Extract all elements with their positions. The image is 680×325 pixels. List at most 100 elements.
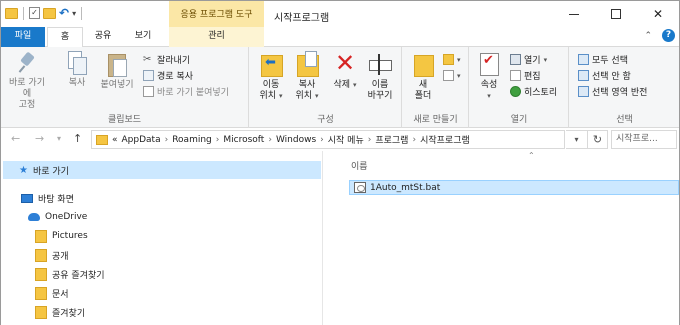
paste-shortcut-button[interactable]: 바로 가기 붙여넣기 xyxy=(143,85,229,98)
nav-quick-access[interactable]: ★ 바로 가기 xyxy=(3,161,321,179)
folder-icon xyxy=(96,134,108,145)
copy-to-button[interactable]: 복사 위치 ▾ xyxy=(290,51,324,102)
rename-button[interactable]: 이름 바꾸기 xyxy=(362,51,398,102)
chevron-right-icon[interactable]: › xyxy=(268,135,272,145)
new-folder-qat-icon[interactable] xyxy=(43,7,56,19)
undo-icon[interactable]: ↶ xyxy=(59,6,69,20)
separator xyxy=(81,6,83,20)
nav-folder-item[interactable]: 문서 xyxy=(35,284,69,302)
breadcrumb-item[interactable]: 시작프로그램 xyxy=(420,133,470,146)
properties-button[interactable]: 속성 ▾ xyxy=(474,51,504,102)
maximize-button[interactable] xyxy=(595,1,637,27)
open-icon xyxy=(510,54,521,65)
up-arrow-icon[interactable]: ↑ xyxy=(73,132,82,145)
new-folder-button[interactable]: 새 폴더 xyxy=(409,51,437,102)
new-item-button[interactable]: ▾ xyxy=(443,53,461,66)
maximize-icon xyxy=(611,9,621,19)
chevron-down-icon: ▾ xyxy=(543,55,548,64)
copy-path-label: 경로 복사 xyxy=(157,72,193,82)
group-organize: 이동 위치 ▾ 복사 위치 ▾ ✕ 삭제 ▾ 이름 바꾸기 구성 xyxy=(250,47,402,128)
properties-qat-icon[interactable]: ✓ xyxy=(29,7,40,19)
back-arrow-icon[interactable]: ← xyxy=(11,132,20,145)
breadcrumb-item[interactable]: 프로그램 xyxy=(375,133,408,146)
copy-button[interactable]: 복사 xyxy=(63,51,91,89)
group-label-open: 열기 xyxy=(510,115,528,125)
nav-folder-item[interactable]: 공개 xyxy=(35,246,69,264)
group-label-clipboard: 클립보드 xyxy=(107,115,142,125)
select-all-button[interactable]: 모두 선택 xyxy=(578,53,628,66)
nav-folder-item[interactable]: 공유 즐겨찾기 xyxy=(35,265,105,283)
copy-to-icon xyxy=(296,51,319,77)
open-button[interactable]: 열기 ▾ xyxy=(510,53,547,66)
tab-share[interactable]: 공유 xyxy=(85,27,121,47)
close-button[interactable]: ✕ xyxy=(637,1,679,27)
chevron-right-icon[interactable]: › xyxy=(320,135,324,145)
group-label-new: 새로 만들기 xyxy=(413,115,458,125)
recent-locations-icon[interactable]: ▾ xyxy=(57,134,61,143)
invert-selection-button[interactable]: 선택 영역 반전 xyxy=(578,85,647,98)
address-bar[interactable]: « AppData › Roaming › Microsoft › Window… xyxy=(91,130,565,149)
file-list: ⌃ 이름 1Auto_mtSt.bat xyxy=(323,151,679,325)
tab-manage[interactable]: 관리 xyxy=(169,27,264,47)
ribbon-controls: ⌃ ? xyxy=(644,29,675,42)
history-button[interactable]: 히스토리 xyxy=(510,85,557,98)
forward-arrow-icon[interactable]: → xyxy=(35,132,44,145)
chevron-down-icon: ▾ xyxy=(457,71,461,80)
group-clipboard: 바로 가기에 고정 복사 붙여넣기 ✂ 잘라내기 경로 복사 바로 가기 붙여넣… xyxy=(1,47,249,128)
file-name: 1Auto_mtSt.bat xyxy=(370,182,441,193)
breadcrumb-item[interactable]: Roaming xyxy=(172,135,212,145)
copy-to-label: 복사 위치 xyxy=(295,80,316,101)
breadcrumb-item[interactable]: Microsoft xyxy=(223,135,264,145)
address-overflow[interactable]: « xyxy=(112,135,118,145)
search-input[interactable]: 시작프로... xyxy=(611,130,677,149)
pin-to-quick-access-button[interactable]: 바로 가기에 고정 xyxy=(5,51,49,111)
cut-label: 잘라내기 xyxy=(157,56,191,66)
chevron-down-icon: ▾ xyxy=(352,81,357,89)
column-header-name[interactable]: 이름 xyxy=(351,159,368,172)
chevron-down-icon: ▾ xyxy=(487,92,491,100)
nav-onedrive[interactable]: OneDrive xyxy=(28,208,87,226)
move-to-button[interactable]: 이동 위치 ▾ xyxy=(254,51,288,102)
tab-home[interactable]: 홈 xyxy=(47,27,83,48)
move-to-icon xyxy=(260,51,283,77)
edit-icon xyxy=(510,70,521,81)
ribbon: 바로 가기에 고정 복사 붙여넣기 ✂ 잘라내기 경로 복사 바로 가기 붙여넣… xyxy=(1,47,679,128)
breadcrumb-item[interactable]: 시작 메뉴 xyxy=(328,133,364,146)
title-bar: ✓ ↶ ▾ 응용 프로그램 도구 시작프로그램 ✕ xyxy=(1,1,679,27)
breadcrumb-item[interactable]: AppData xyxy=(122,135,161,145)
tab-file[interactable]: 파일 xyxy=(1,27,45,47)
edit-button[interactable]: 편집 xyxy=(510,69,541,82)
collapse-ribbon-icon[interactable]: ⌃ xyxy=(644,31,652,41)
new-folder-label: 새 폴더 xyxy=(414,80,432,101)
pin-icon xyxy=(17,51,37,75)
nav-desktop[interactable]: 바탕 화면 xyxy=(21,189,74,207)
chevron-right-icon[interactable]: › xyxy=(412,135,416,145)
select-none-button[interactable]: 선택 안 함 xyxy=(578,69,631,82)
paste-shortcut-label: 바로 가기 붙여넣기 xyxy=(157,88,229,98)
refresh-icon[interactable]: ↻ xyxy=(588,130,608,149)
breadcrumb-item[interactable]: Windows xyxy=(276,135,316,145)
file-row[interactable]: 1Auto_mtSt.bat xyxy=(349,180,679,195)
chevron-right-icon[interactable]: › xyxy=(165,135,169,145)
nav-folder-item[interactable]: 즐겨찾기 xyxy=(35,303,85,321)
cut-button[interactable]: ✂ 잘라내기 xyxy=(143,53,190,66)
easy-access-button[interactable]: ▾ xyxy=(443,69,461,82)
folder-icon xyxy=(35,286,47,300)
copy-path-button[interactable]: 경로 복사 xyxy=(143,69,193,82)
chevron-right-icon[interactable]: › xyxy=(216,135,220,145)
minimize-button[interactable] xyxy=(553,1,595,27)
delete-icon: ✕ xyxy=(334,49,356,77)
delete-button[interactable]: ✕ 삭제 ▾ xyxy=(330,51,360,91)
navigation-bar: ← → ▾ ↑ « AppData › Roaming › Microsoft … xyxy=(1,128,679,151)
folder-icon xyxy=(5,7,18,19)
tab-view[interactable]: 보기 xyxy=(125,27,161,47)
new-item-icon xyxy=(443,54,454,65)
select-all-icon xyxy=(578,54,589,65)
history-label: 히스토리 xyxy=(524,88,558,98)
paste-button[interactable]: 붙여넣기 xyxy=(97,51,137,91)
nav-folder-item[interactable]: Pictures xyxy=(35,227,88,245)
help-icon[interactable]: ? xyxy=(662,29,675,42)
chevron-right-icon[interactable]: › xyxy=(368,135,372,145)
address-dropdown-icon[interactable]: ▾ xyxy=(566,130,588,149)
customize-qat-icon[interactable]: ▾ xyxy=(72,9,76,18)
